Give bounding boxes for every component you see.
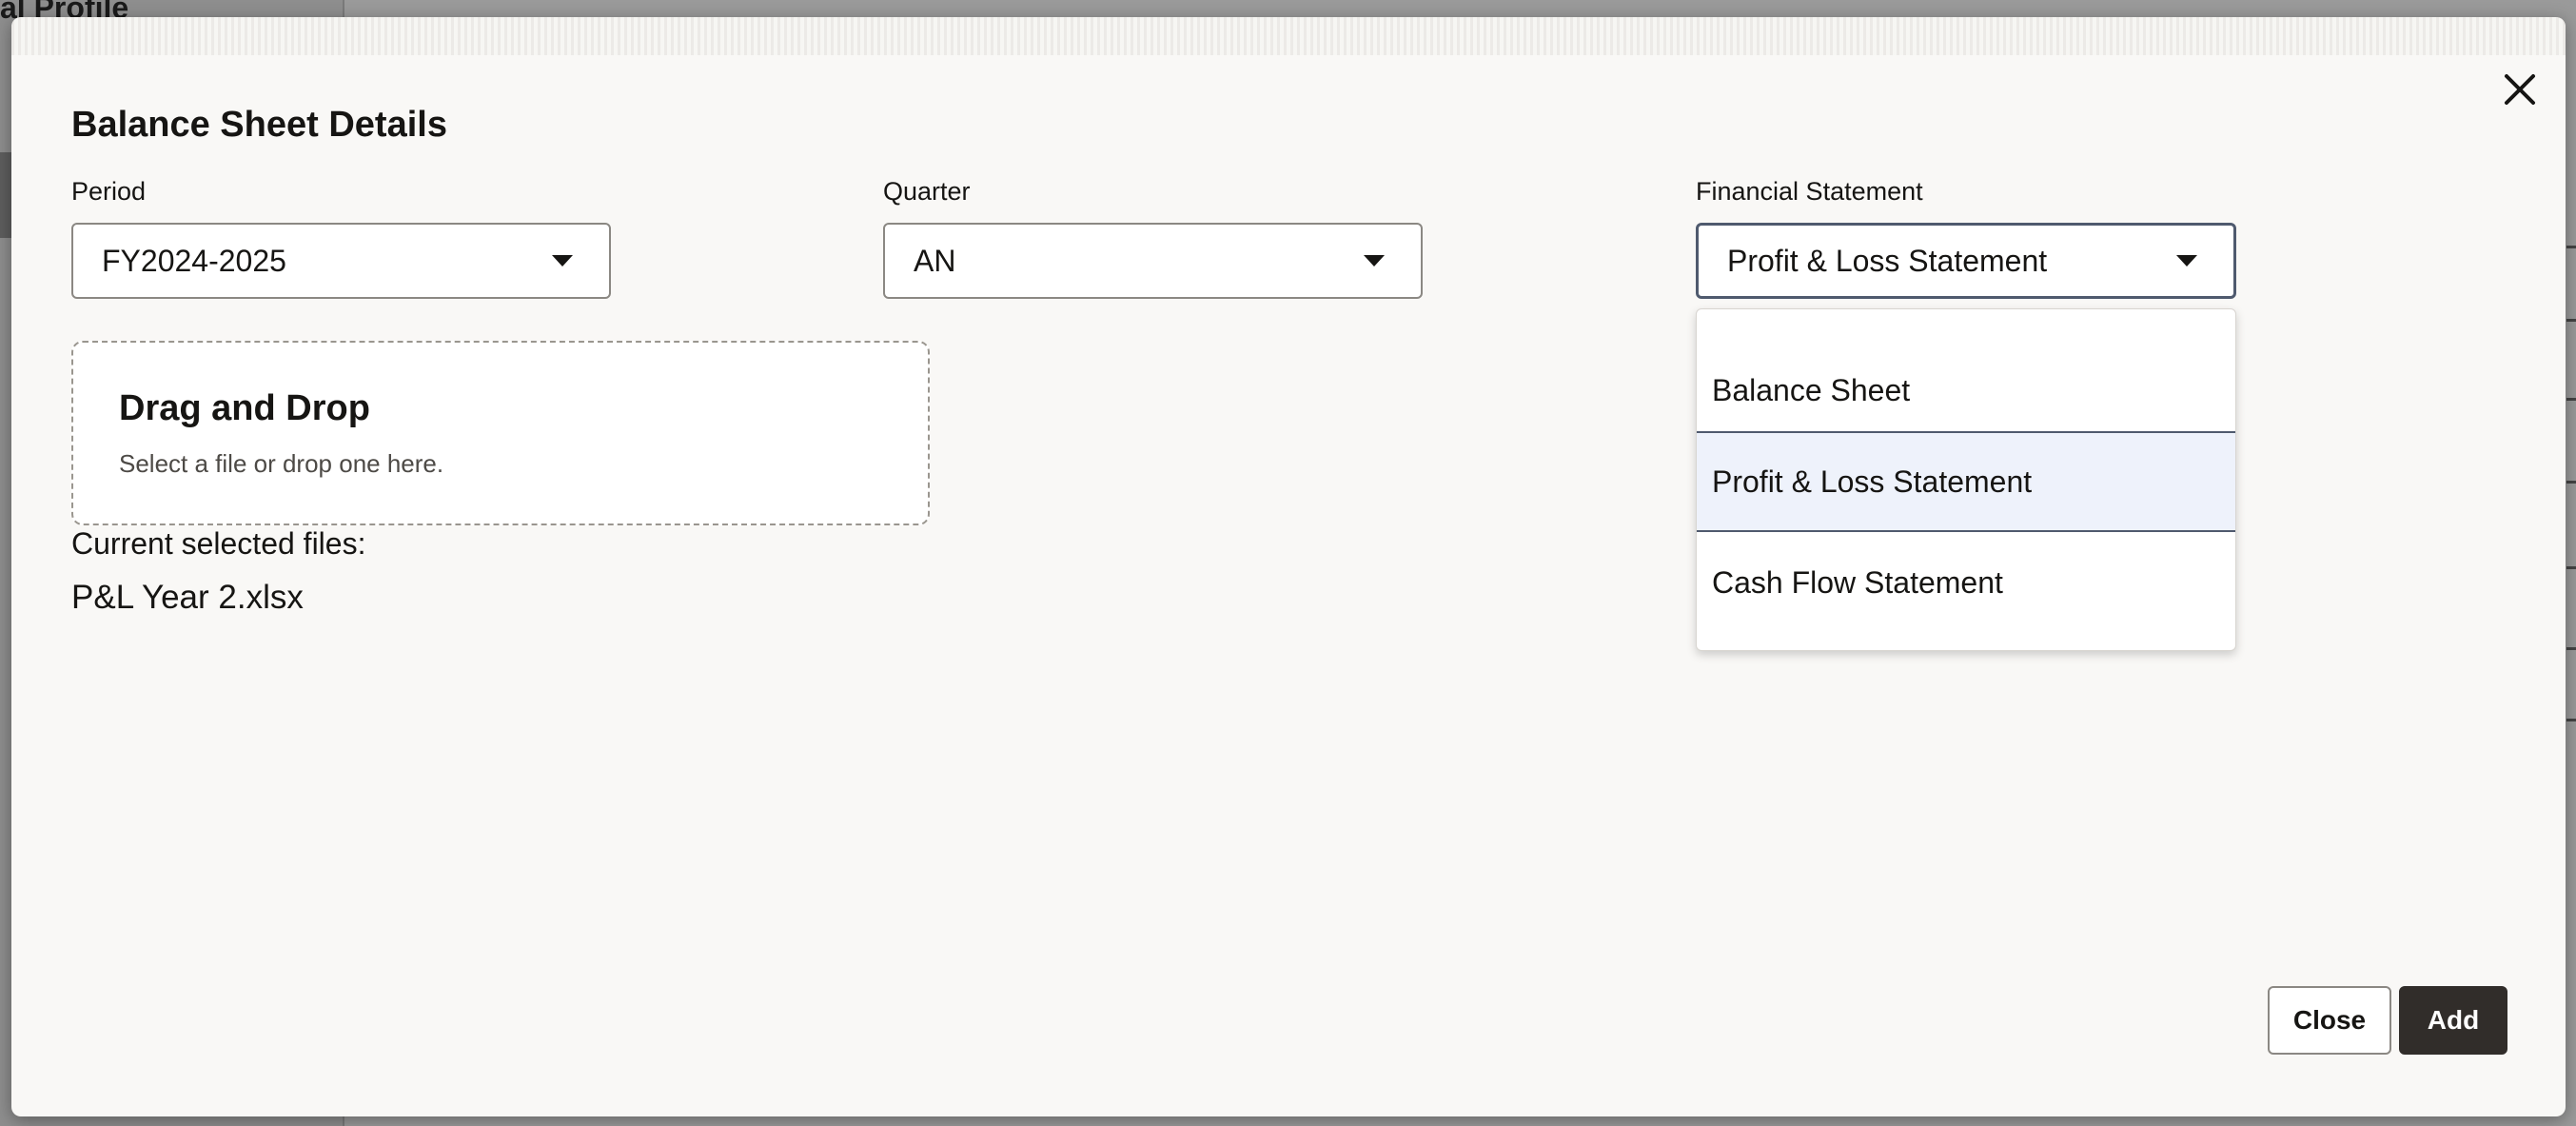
- chevron-down-icon: [552, 255, 573, 267]
- financial-statement-value: Profit & Loss Statement: [1727, 243, 2048, 278]
- chevron-down-icon: [1364, 255, 1385, 267]
- background-divider: [2566, 566, 2576, 569]
- background-strip: [0, 152, 11, 238]
- file-dropzone[interactable]: Drag and Drop Select a file or drop one …: [71, 341, 930, 525]
- background-divider: [2566, 319, 2576, 322]
- background-divider: [2566, 647, 2576, 650]
- quarter-label: Quarter: [883, 177, 971, 206]
- period-label: Period: [71, 177, 147, 206]
- dropdown-option-profit-loss[interactable]: Profit & Loss Statement: [1697, 431, 2235, 532]
- option-label: Balance Sheet: [1712, 372, 1911, 407]
- selected-file-name: P&L Year 2.xlsx: [71, 579, 304, 616]
- dialog-title: Balance Sheet Details: [71, 105, 447, 145]
- close-icon[interactable]: [2497, 67, 2543, 112]
- option-label: Profit & Loss Statement: [1712, 464, 2033, 499]
- background-divider: [2566, 246, 2576, 248]
- add-button[interactable]: Add: [2399, 986, 2507, 1055]
- financial-statement-label: Financial Statement: [1696, 177, 1923, 206]
- selected-files-label: Current selected files:: [71, 526, 366, 561]
- dropzone-title: Drag and Drop: [119, 388, 370, 428]
- quarter-select[interactable]: AN: [883, 223, 1423, 299]
- chevron-down-icon: [2176, 255, 2197, 267]
- financial-statement-select[interactable]: Profit & Loss Statement: [1696, 223, 2236, 299]
- background-divider: [2566, 398, 2576, 401]
- dialog-header-texture: [11, 17, 2566, 55]
- dropdown-option-cash-flow[interactable]: Cash Flow Statement: [1697, 532, 2235, 633]
- close-button[interactable]: Close: [2268, 986, 2391, 1055]
- period-value: FY2024-2025: [102, 243, 286, 278]
- background-divider: [2566, 719, 2576, 721]
- option-label: Cash Flow Statement: [1712, 564, 2003, 600]
- background-divider: [2566, 481, 2576, 484]
- dropdown-option-balance-sheet[interactable]: Balance Sheet: [1697, 340, 2235, 441]
- balance-sheet-dialog: Balance Sheet Details Period FY2024-2025…: [11, 17, 2566, 1116]
- dropzone-subtitle: Select a file or drop one here.: [119, 449, 444, 478]
- period-select[interactable]: FY2024-2025: [71, 223, 611, 299]
- financial-statement-dropdown: Balance Sheet Profit & Loss Statement Ca…: [1696, 308, 2236, 651]
- quarter-value: AN: [914, 243, 956, 278]
